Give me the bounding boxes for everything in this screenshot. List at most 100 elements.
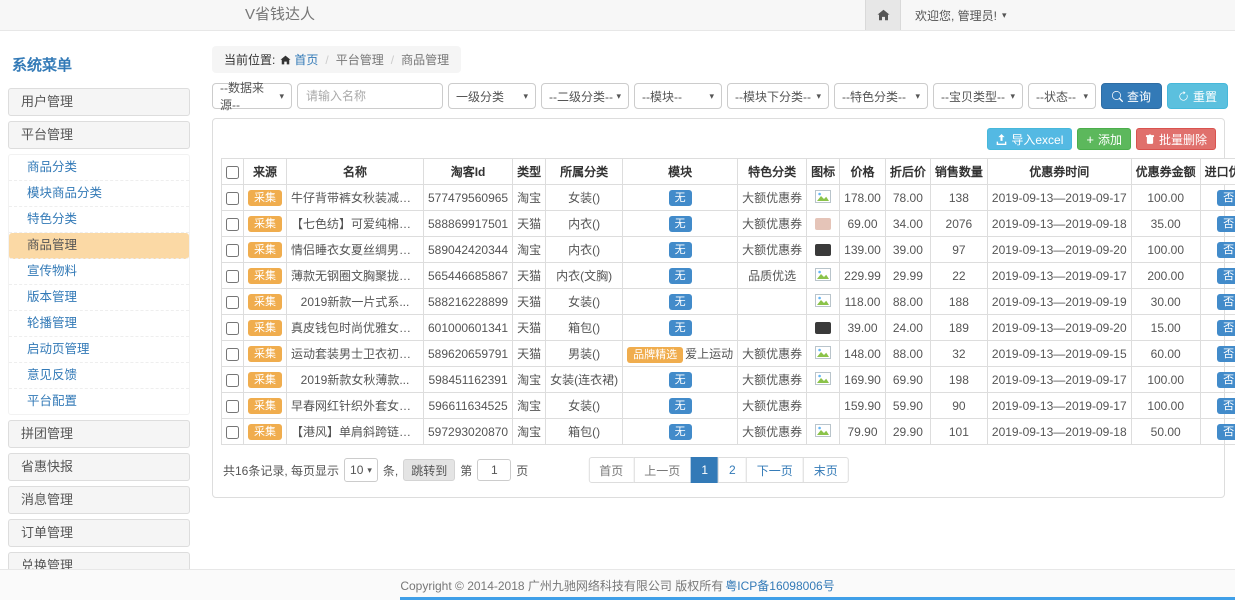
import-select-badge[interactable]: 否 — [1217, 424, 1235, 440]
cell-coupon-amount: 15.00 — [1131, 315, 1200, 341]
filter-select-特色分类[interactable]: --特色分类--▾ — [834, 83, 928, 109]
filter-select-宝贝类型[interactable]: --宝贝类型--▾ — [933, 83, 1023, 109]
home-button[interactable] — [865, 0, 901, 30]
pager-下一页[interactable]: 下一页 — [746, 457, 804, 483]
cell-category: 女装(连衣裙) — [546, 367, 623, 393]
cell-product-name: 2019新款一片式系... — [287, 289, 424, 315]
pager-末页[interactable]: 末页 — [803, 457, 849, 483]
breadcrumb-home-link[interactable]: 首页 — [280, 51, 318, 68]
table-row: 采集运动套装男士卫衣初秋...589620659791天猫男装()品牌精选爱上运… — [222, 341, 1235, 367]
sidebar-item-版本管理[interactable]: 版本管理 — [9, 285, 189, 311]
row-checkbox[interactable] — [226, 218, 239, 231]
filter-select-状态[interactable]: --状态--▾ — [1028, 83, 1096, 109]
sidebar-item-商品管理[interactable]: 商品管理 — [9, 233, 189, 259]
pager-首页[interactable]: 首页 — [588, 457, 634, 483]
sidebar-section-省惠快报[interactable]: 省惠快报 — [8, 453, 190, 481]
module-badge[interactable]: 无 — [669, 216, 692, 232]
import-select-badge[interactable]: 否 — [1217, 268, 1235, 284]
sidebar-item-轮播管理[interactable]: 轮播管理 — [9, 311, 189, 337]
select-all-checkbox[interactable] — [226, 166, 239, 179]
batch-delete-button[interactable]: 批量删除 — [1136, 128, 1216, 150]
sidebar-item-商品分类[interactable]: 商品分类 — [9, 155, 189, 181]
cell-discount-price: 29.99 — [885, 263, 930, 289]
import-select-badge[interactable]: 否 — [1217, 372, 1235, 388]
name-search-input[interactable] — [297, 83, 443, 109]
cell-icon — [807, 211, 840, 237]
import-select-badge[interactable]: 否 — [1217, 346, 1235, 362]
cell-feature: 大额优惠券 — [738, 393, 807, 419]
filter-select-一级分类[interactable]: 一级分类▾ — [448, 83, 536, 109]
cell-sales: 97 — [930, 237, 987, 263]
cell-product-name: 【七色纺】可爱纯棉家... — [287, 211, 424, 237]
search-icon — [1112, 91, 1123, 102]
toolbar: 导入excel + 添加 批量删除 — [221, 128, 1216, 150]
module-badge[interactable]: 无 — [669, 242, 692, 258]
cell-category: 女装() — [546, 289, 623, 315]
sidebar-item-宣传物料[interactable]: 宣传物料 — [9, 259, 189, 285]
row-checkbox[interactable] — [226, 374, 239, 387]
cell-source: 采集 — [244, 289, 287, 315]
row-checkbox[interactable] — [226, 270, 239, 283]
upload-icon — [996, 134, 1007, 145]
cell-category: 女装() — [546, 393, 623, 419]
filter-select-模块下分类[interactable]: --模块下分类--▾ — [727, 83, 829, 109]
module-badge[interactable]: 无 — [669, 398, 692, 414]
filter-select-二级分类[interactable]: --二级分类--▾ — [541, 83, 629, 109]
import-select-badge[interactable]: 否 — [1217, 242, 1235, 258]
module-badge[interactable]: 无 — [669, 372, 692, 388]
sidebar-section-消息管理[interactable]: 消息管理 — [8, 486, 190, 514]
cell-module: 无 — [623, 211, 738, 237]
pager-2[interactable]: 2 — [718, 457, 747, 483]
row-checkbox[interactable] — [226, 400, 239, 413]
sidebar-item-模块商品分类[interactable]: 模块商品分类 — [9, 181, 189, 207]
row-checkbox[interactable] — [226, 348, 239, 361]
pager-上一页[interactable]: 上一页 — [633, 457, 691, 483]
caret-down-icon: ▾ — [709, 91, 714, 102]
sidebar-item-意见反馈[interactable]: 意见反馈 — [9, 363, 189, 389]
import-excel-button[interactable]: 导入excel — [987, 128, 1072, 150]
row-checkbox[interactable] — [226, 426, 239, 439]
cell-category: 男装() — [546, 341, 623, 367]
app-title: V省钱达人 — [245, 0, 315, 30]
sidebar-section-订单管理[interactable]: 订单管理 — [8, 519, 190, 547]
filter-select-模块[interactable]: --模块--▾ — [634, 83, 722, 109]
module-badge[interactable]: 无 — [669, 268, 692, 284]
module-text: 爱上运动 — [685, 347, 733, 361]
jump-page-input[interactable] — [477, 459, 511, 481]
home-icon — [877, 9, 890, 21]
page-size-select[interactable]: 10 ▾ — [344, 458, 378, 482]
user-menu[interactable]: 欢迎您, 管理员! ▾ — [901, 0, 1007, 30]
icp-link[interactable]: 粤ICP备16098006号 — [725, 577, 834, 594]
row-checkbox[interactable] — [226, 296, 239, 309]
module-badge[interactable]: 无 — [669, 320, 692, 336]
module-badge[interactable]: 无 — [669, 424, 692, 440]
sidebar-section-拼团管理[interactable]: 拼团管理 — [8, 420, 190, 448]
sidebar-item-特色分类[interactable]: 特色分类 — [9, 207, 189, 233]
import-select-badge[interactable]: 否 — [1217, 216, 1235, 232]
cell-icon — [807, 367, 840, 393]
import-select-badge[interactable]: 否 — [1217, 294, 1235, 310]
row-checkbox[interactable] — [226, 322, 239, 335]
reset-button[interactable]: 重置 — [1167, 83, 1228, 109]
import-select-badge[interactable]: 否 — [1217, 320, 1235, 336]
add-button[interactable]: + 添加 — [1077, 128, 1131, 150]
import-select-badge[interactable]: 否 — [1217, 398, 1235, 414]
sidebar-section-平台管理[interactable]: 平台管理 — [8, 121, 190, 149]
module-badge[interactable]: 无 — [669, 294, 692, 310]
search-button[interactable]: 查询 — [1101, 83, 1162, 109]
pager-1[interactable]: 1 — [690, 457, 719, 483]
module-badge[interactable]: 无 — [669, 190, 692, 206]
sidebar-item-平台配置[interactable]: 平台配置 — [9, 389, 189, 414]
import-select-badge[interactable]: 否 — [1217, 190, 1235, 206]
sidebar-item-启动页管理[interactable]: 启动页管理 — [9, 337, 189, 363]
sidebar-section-用户管理[interactable]: 用户管理 — [8, 88, 190, 116]
products-table: 来源名称淘客Id类型所属分类模块特色分类图标价格折后价销售数量优惠券时间优惠券金… — [221, 158, 1235, 445]
module-badge[interactable]: 品牌精选 — [627, 347, 683, 363]
product-thumbnail — [815, 218, 831, 230]
filter-select-数据来源[interactable]: --数据来源--▾ — [212, 83, 292, 109]
source-badge: 采集 — [248, 190, 282, 206]
pagination: 共16条记录, 每页显示 10 ▾ 条, 跳转到 第 页 首页上一页12下一页末… — [221, 457, 1216, 483]
jump-button[interactable]: 跳转到 — [403, 459, 455, 481]
row-checkbox[interactable] — [226, 244, 239, 257]
row-checkbox[interactable] — [226, 192, 239, 205]
